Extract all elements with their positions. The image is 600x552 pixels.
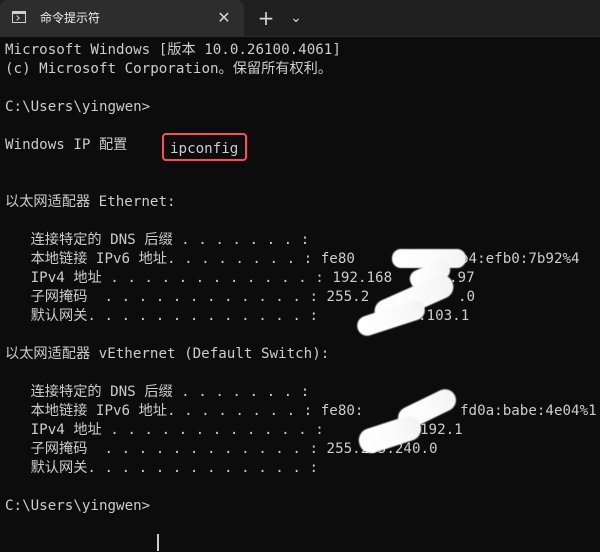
adapter-1-subnet: 子网掩码 . . . . . . . . . . . . : 255.2 (5, 289, 370, 305)
adapter-2-dns-suffix: 连接特定的 DNS 后缀 . . . . . . . : (5, 384, 310, 400)
adapter-1-subnet-tail: .0 (458, 289, 476, 305)
adapter-1-dns-suffix: 连接特定的 DNS 后缀 . . . . . . . : (5, 232, 310, 248)
adapter-2-heading: 以太网适配器 vEthernet (Default Switch): (5, 346, 330, 362)
adapter-2-gateway: 默认网关. . . . . . . . . . . . . : (5, 460, 318, 476)
active-tab[interactable]: 命令提示符 ✕ (0, 0, 244, 36)
terminal-output[interactable]: Microsoft Windows [版本 10.0.26100.4061] (… (0, 37, 600, 552)
windows-ip-config-line: Windows IP 配置 (5, 137, 128, 153)
adapter-2-ipv4-tail: 192.1 (420, 422, 463, 438)
prompt-line-2: C:\Users\yingwen> (5, 498, 151, 514)
terminal-icon (12, 11, 26, 23)
terminal-line-header-1: Microsoft Windows [版本 10.0.26100.4061] (5, 42, 341, 58)
adapter-1-ipv6: 本地链接 IPv6 地址. . . . . . . . : fe80 (5, 251, 355, 267)
adapter-2-ipv6: 本地链接 IPv6 地址. . . . . . . . : fe80: (5, 403, 364, 419)
adapter-1-ipv4: IPv4 地址 . . . . . . . . . . . . : 192.16… (5, 270, 393, 286)
tab-dropdown-button[interactable]: ⌄ (286, 9, 306, 27)
close-tab-button[interactable]: ✕ (216, 10, 232, 26)
adapter-2-ipv4: IPv4 地址 . . . . . . . . . . . . : (5, 422, 324, 438)
adapter-1-gateway: 默认网关. . . . . . . . . . . . . : (5, 308, 318, 324)
title-bar: 命令提示符 ✕ + ⌄ (0, 0, 600, 37)
adapter-1-heading: 以太网适配器 Ethernet: (5, 194, 176, 210)
ipconfig-command: ipconfig (162, 133, 248, 161)
adapter-1-ipv6-tail: b4:efb0:7b92%4 (460, 251, 580, 267)
text-cursor (157, 534, 159, 551)
tab-title: 命令提示符 (40, 11, 101, 25)
adapter-2-ipv6-tail: fd0a:babe:4e04%1 (460, 403, 597, 419)
prompt-line-1: C:\Users\yingwen> (5, 99, 151, 115)
terminal-line-header-2: (c) Microsoft Corporation。保留所有权利。 (5, 61, 333, 77)
adapter-1-gateway-tail: .103.1 (418, 308, 470, 324)
new-tab-button[interactable]: + (256, 8, 276, 28)
